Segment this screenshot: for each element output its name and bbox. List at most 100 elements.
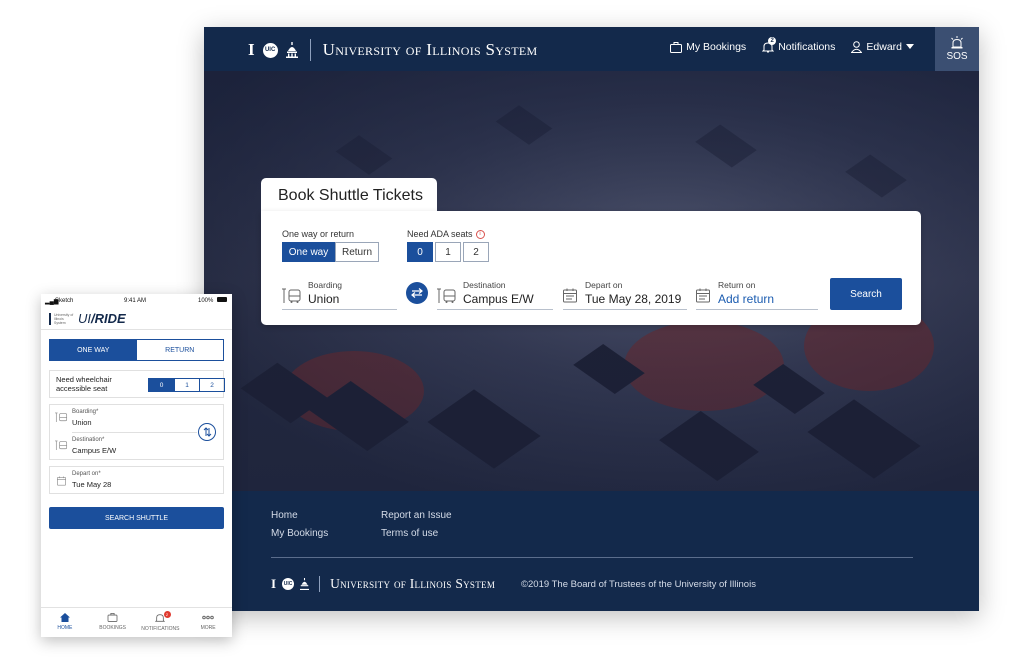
system-name: University of Illinois System <box>322 40 538 59</box>
app-logo-prefix: UI <box>78 311 91 326</box>
destination-value[interactable]: Campus E/W <box>72 446 116 455</box>
boarding-value: Union <box>308 292 340 306</box>
nav-notifications[interactable]: 2 Notifications <box>762 37 836 53</box>
site-header: I UIC University of Illinois System My B… <box>204 27 979 71</box>
destination-label: Destination* <box>72 437 105 443</box>
home-icon <box>59 613 70 622</box>
logo-divider <box>319 576 321 592</box>
boarding-value[interactable]: Union <box>72 418 92 427</box>
nav-my-bookings-label: My Bookings <box>686 41 747 53</box>
header-nav: My Bookings 2 Notifications Edward <box>670 37 914 53</box>
briefcase-icon <box>107 613 118 622</box>
tab-more[interactable]: MORE <box>184 608 232 637</box>
wheelchair-label-line1: Need wheelchair <box>56 375 112 384</box>
swap-icon <box>411 288 423 298</box>
nav-notifications-label: Notifications <box>778 41 836 53</box>
ada-option-1[interactable]: 1 <box>174 379 199 391</box>
uic-logo: UIC <box>262 42 278 58</box>
ada-option-2[interactable]: 2 <box>463 242 489 262</box>
tab-home-label: HOME <box>57 625 73 631</box>
search-shuttle-button[interactable]: SEARCH SHUTTLE <box>49 507 224 529</box>
calendar-icon <box>57 476 66 486</box>
swap-locations-button[interactable] <box>198 423 216 441</box>
tab-bookings[interactable]: BOOKINGS <box>89 608 137 637</box>
site-footer: Home My Bookings Report an Issue Terms o… <box>204 491 979 611</box>
clock: 9:41 AM <box>124 298 147 304</box>
footer-link-home[interactable]: Home <box>271 510 298 521</box>
ada-seats-label-text: Need ADA seats <box>407 229 473 239</box>
logo-divider <box>309 39 311 61</box>
boarding-label: Boarding <box>308 280 343 290</box>
more-icon <box>202 615 214 620</box>
footer-system-name: University of Illinois System <box>330 576 496 591</box>
notifications-badge: 2 <box>163 611 171 618</box>
trip-type-toggle: ONE WAY RETURN <box>49 339 224 361</box>
footer-link-report-issue[interactable]: Report an Issue <box>381 510 452 521</box>
footer-system-logo: I UIC University of Illinois System <box>271 574 495 594</box>
return-button[interactable]: RETURN <box>137 340 224 360</box>
springfield-dome-logo <box>300 578 310 590</box>
return-button[interactable]: Return <box>335 242 379 262</box>
nav-user-menu[interactable]: Edward <box>851 41 914 53</box>
alarm-icon <box>951 36 963 49</box>
return-date-field[interactable]: Return on Add return <box>696 280 818 310</box>
swap-icon <box>203 427 211 437</box>
illinois-i-logo: I <box>248 40 255 59</box>
mobile-app-screen: ▂▄▆ Sketch 9:41 AM 100% University of Il… <box>41 294 232 637</box>
caret-down-icon <box>906 44 914 49</box>
depart-card[interactable]: Depart on* Tue May 28 <box>49 466 224 494</box>
mini-system-logo <box>49 313 51 325</box>
bus-stop-icon <box>55 412 68 423</box>
depart-value: Tue May 28, 2019 <box>585 292 682 306</box>
marketing-composite: I UIC University of Illinois System My B… <box>0 0 1020 664</box>
tab-notifications[interactable]: 2 NOTIFICATIONS <box>137 608 185 637</box>
one-way-button[interactable]: ONE WAY <box>50 340 137 360</box>
sos-label: SOS <box>946 51 968 62</box>
tab-home[interactable]: HOME <box>41 608 89 637</box>
footer-link-terms[interactable]: Terms of use <box>381 528 438 539</box>
trip-type-label: One way or return <box>282 229 355 239</box>
depart-date-field[interactable]: Depart on Tue May 28, 2019 <box>563 280 687 310</box>
ada-option-2[interactable]: 2 <box>199 379 224 391</box>
add-return-link[interactable]: Add return <box>718 292 774 306</box>
route-divider <box>72 432 197 433</box>
tab-bookings-label: BOOKINGS <box>99 625 126 631</box>
trip-type-toggle: One way Return <box>282 242 379 262</box>
mini-system-name: University of Illinois System <box>54 313 74 325</box>
nav-my-bookings[interactable]: My Bookings <box>670 41 746 53</box>
destination-field[interactable]: Destination Campus E/W <box>437 280 553 310</box>
status-bar: ▂▄▆ Sketch 9:41 AM 100% <box>41 294 232 308</box>
system-logo[interactable]: I UIC University of Illinois System <box>248 39 537 61</box>
search-button[interactable]: Search <box>830 278 902 310</box>
footer-divider <box>271 557 913 558</box>
battery-percent: 100% <box>198 298 214 304</box>
sos-button[interactable]: SOS <box>935 27 979 71</box>
app-logo-suffix: RIDE <box>94 311 126 326</box>
destination-label: Destination <box>463 280 506 290</box>
booking-panel: One way or return One way Return Need AD… <box>261 211 921 325</box>
one-way-button[interactable]: One way <box>282 242 335 262</box>
desktop-window: I UIC University of Illinois System My B… <box>204 27 979 611</box>
app-header: University of Illinois System UI/RIDE <box>41 308 232 330</box>
ada-option-1[interactable]: 1 <box>435 242 461 262</box>
notifications-badge: 2 <box>768 37 777 45</box>
info-icon[interactable]: i <box>475 230 485 240</box>
route-card: Boarding* Union Destination* Campus E/W <box>49 404 224 460</box>
boarding-field[interactable]: Boarding Union <box>282 280 397 310</box>
bottom-tab-bar: HOME BOOKINGS 2 NOTIFICATIONS MORE <box>41 607 232 637</box>
tab-notifications-label: NOTIFICATIONS <box>141 626 180 632</box>
wheelchair-label-line2: accessible seat <box>56 384 108 393</box>
ada-seats-toggle: 0 1 2 <box>407 242 489 262</box>
footer-link-my-bookings[interactable]: My Bookings <box>271 528 328 539</box>
briefcase-icon <box>670 41 683 53</box>
ada-option-0[interactable]: 0 <box>407 242 433 262</box>
wheelchair-card: Need wheelchair accessible seat 0 1 2 <box>49 370 225 398</box>
depart-label: Depart on* <box>72 471 101 477</box>
destination-value: Campus E/W <box>463 292 534 306</box>
ada-option-0[interactable]: 0 <box>149 379 174 391</box>
swap-locations-button[interactable] <box>406 282 428 304</box>
tab-more-label: MORE <box>200 625 216 631</box>
user-icon <box>851 41 863 53</box>
booking-panel-title: Book Shuttle Tickets <box>261 178 437 214</box>
depart-value: Tue May 28 <box>72 480 112 489</box>
